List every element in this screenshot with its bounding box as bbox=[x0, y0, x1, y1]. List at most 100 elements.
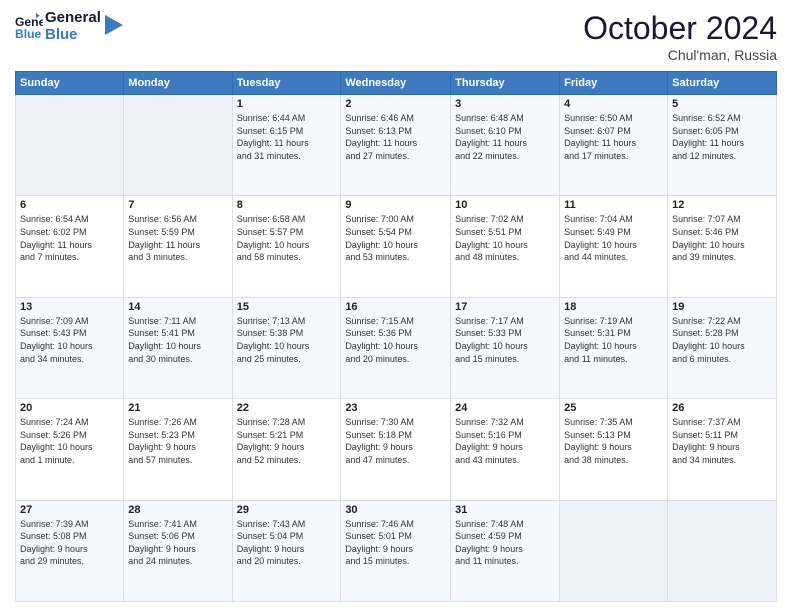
day-number: 27 bbox=[20, 504, 119, 516]
calendar-cell: 27Sunrise: 7:39 AM Sunset: 5:08 PM Dayli… bbox=[16, 500, 124, 601]
day-detail: Sunrise: 7:22 AM Sunset: 5:28 PM Dayligh… bbox=[672, 315, 772, 365]
month-title: October 2024 bbox=[583, 10, 777, 47]
day-detail: Sunrise: 7:43 AM Sunset: 5:04 PM Dayligh… bbox=[237, 518, 337, 568]
day-number: 24 bbox=[455, 402, 555, 414]
calendar-week-1: 1 Sunrise: 6:44 AM Sunset: 6:15 PM Daylig… bbox=[16, 95, 777, 196]
day-number: 29 bbox=[237, 504, 337, 516]
calendar-cell bbox=[560, 500, 668, 601]
day-header-thursday: Thursday bbox=[451, 72, 560, 95]
calendar-cell: 4Sunrise: 6:50 AM Sunset: 6:07 PM Daylig… bbox=[560, 95, 668, 196]
calendar-cell: 24 Sunrise: 7:32 AM Sunset: 5:16 PM Dayli… bbox=[451, 399, 560, 500]
day-detail: Sunrise: 7:04 AM Sunset: 5:49 PM Dayligh… bbox=[564, 213, 663, 263]
calendar-cell: 29 Sunrise: 7:43 AM Sunset: 5:04 PM Dayli… bbox=[232, 500, 341, 601]
day-number: 9 bbox=[345, 199, 446, 211]
day-number: 11 bbox=[564, 199, 663, 211]
day-number: 22 bbox=[237, 402, 337, 414]
title-block: October 2024 Chul'man, Russia bbox=[583, 10, 777, 63]
day-detail: Sunrise: 7:30 AM Sunset: 5:18 PM Dayligh… bbox=[345, 416, 446, 466]
page: General Blue General Blue October 2024 C… bbox=[0, 0, 792, 612]
calendar-cell: 11 Sunrise: 7:04 AM Sunset: 5:49 PM Dayli… bbox=[560, 196, 668, 297]
day-detail: Sunrise: 7:24 AM Sunset: 5:26 PM Dayligh… bbox=[20, 416, 119, 466]
calendar-cell: 13Sunrise: 7:09 AM Sunset: 5:43 PM Dayli… bbox=[16, 297, 124, 398]
calendar-cell: 25Sunrise: 7:35 AM Sunset: 5:13 PM Dayli… bbox=[560, 399, 668, 500]
day-number: 3 bbox=[455, 98, 555, 110]
calendar-cell: 12 Sunrise: 7:07 AM Sunset: 5:46 PM Dayli… bbox=[668, 196, 777, 297]
day-detail: Sunrise: 7:13 AM Sunset: 5:38 PM Dayligh… bbox=[237, 315, 337, 365]
calendar-cell: 9Sunrise: 7:00 AM Sunset: 5:54 PM Daylig… bbox=[341, 196, 451, 297]
day-number: 15 bbox=[237, 301, 337, 313]
day-detail: Sunrise: 7:41 AM Sunset: 5:06 PM Dayligh… bbox=[128, 518, 227, 568]
location-title: Chul'man, Russia bbox=[583, 47, 777, 63]
day-detail: Sunrise: 7:17 AM Sunset: 5:33 PM Dayligh… bbox=[455, 315, 555, 365]
day-detail: Sunrise: 7:35 AM Sunset: 5:13 PM Dayligh… bbox=[564, 416, 663, 466]
day-detail: Sunrise: 7:28 AM Sunset: 5:21 PM Dayligh… bbox=[237, 416, 337, 466]
day-detail: Sunrise: 7:07 AM Sunset: 5:46 PM Dayligh… bbox=[672, 213, 772, 263]
calendar-cell: 1 Sunrise: 6:44 AM Sunset: 6:15 PM Daylig… bbox=[232, 95, 341, 196]
calendar-cell: 5 Sunrise: 6:52 AM Sunset: 6:05 PM Daylig… bbox=[668, 95, 777, 196]
calendar-cell bbox=[16, 95, 124, 196]
day-detail: Sunrise: 7:09 AM Sunset: 5:43 PM Dayligh… bbox=[20, 315, 119, 365]
day-number: 12 bbox=[672, 199, 772, 211]
day-header-monday: Monday bbox=[124, 72, 232, 95]
calendar-cell: 21 Sunrise: 7:26 AM Sunset: 5:23 PM Dayli… bbox=[124, 399, 232, 500]
calendar-cell: 14 Sunrise: 7:11 AM Sunset: 5:41 PM Dayli… bbox=[124, 297, 232, 398]
day-header-tuesday: Tuesday bbox=[232, 72, 341, 95]
calendar-cell bbox=[668, 500, 777, 601]
logo-blue: Blue bbox=[45, 27, 101, 44]
calendar-cell: 18Sunrise: 7:19 AM Sunset: 5:31 PM Dayli… bbox=[560, 297, 668, 398]
day-number: 26 bbox=[672, 402, 772, 414]
day-number: 21 bbox=[128, 402, 227, 414]
day-number: 30 bbox=[345, 504, 446, 516]
day-number: 28 bbox=[128, 504, 227, 516]
day-number: 6 bbox=[20, 199, 119, 211]
days-header-row: SundayMondayTuesdayWednesdayThursdayFrid… bbox=[16, 72, 777, 95]
calendar-cell: 20Sunrise: 7:24 AM Sunset: 5:26 PM Dayli… bbox=[16, 399, 124, 500]
calendar-cell: 17 Sunrise: 7:17 AM Sunset: 5:33 PM Dayli… bbox=[451, 297, 560, 398]
calendar-cell: 7 Sunrise: 6:56 AM Sunset: 5:59 PM Daylig… bbox=[124, 196, 232, 297]
calendar-week-2: 6Sunrise: 6:54 AM Sunset: 6:02 PM Daylig… bbox=[16, 196, 777, 297]
day-number: 19 bbox=[672, 301, 772, 313]
day-header-wednesday: Wednesday bbox=[341, 72, 451, 95]
day-number: 2 bbox=[345, 98, 446, 110]
calendar: SundayMondayTuesdayWednesdayThursdayFrid… bbox=[15, 71, 777, 602]
day-number: 18 bbox=[564, 301, 663, 313]
calendar-cell: 31Sunrise: 7:48 AM Sunset: 4:59 PM Dayli… bbox=[451, 500, 560, 601]
calendar-header: SundayMondayTuesdayWednesdayThursdayFrid… bbox=[16, 72, 777, 95]
calendar-cell: 26Sunrise: 7:37 AM Sunset: 5:11 PM Dayli… bbox=[668, 399, 777, 500]
day-detail: Sunrise: 6:44 AM Sunset: 6:15 PM Dayligh… bbox=[237, 112, 337, 162]
calendar-cell: 15 Sunrise: 7:13 AM Sunset: 5:38 PM Dayli… bbox=[232, 297, 341, 398]
day-detail: Sunrise: 6:46 AM Sunset: 6:13 PM Dayligh… bbox=[345, 112, 446, 162]
day-detail: Sunrise: 7:02 AM Sunset: 5:51 PM Dayligh… bbox=[455, 213, 555, 263]
header: General Blue General Blue October 2024 C… bbox=[15, 10, 777, 63]
logo: General Blue General Blue bbox=[15, 10, 123, 43]
calendar-cell: 22 Sunrise: 7:28 AM Sunset: 5:21 PM Dayli… bbox=[232, 399, 341, 500]
day-detail: Sunrise: 6:58 AM Sunset: 5:57 PM Dayligh… bbox=[237, 213, 337, 263]
day-number: 31 bbox=[455, 504, 555, 516]
day-number: 17 bbox=[455, 301, 555, 313]
day-detail: Sunrise: 6:56 AM Sunset: 5:59 PM Dayligh… bbox=[128, 213, 227, 263]
day-number: 7 bbox=[128, 199, 227, 211]
calendar-cell: 6Sunrise: 6:54 AM Sunset: 6:02 PM Daylig… bbox=[16, 196, 124, 297]
day-detail: Sunrise: 7:32 AM Sunset: 5:16 PM Dayligh… bbox=[455, 416, 555, 466]
day-detail: Sunrise: 7:26 AM Sunset: 5:23 PM Dayligh… bbox=[128, 416, 227, 466]
day-number: 23 bbox=[345, 402, 446, 414]
logo-general: General bbox=[45, 10, 101, 27]
calendar-week-3: 13Sunrise: 7:09 AM Sunset: 5:43 PM Dayli… bbox=[16, 297, 777, 398]
day-number: 1 bbox=[237, 98, 337, 110]
calendar-cell: 3 Sunrise: 6:48 AM Sunset: 6:10 PM Daylig… bbox=[451, 95, 560, 196]
calendar-cell: 30Sunrise: 7:46 AM Sunset: 5:01 PM Dayli… bbox=[341, 500, 451, 601]
calendar-cell: 23 Sunrise: 7:30 AM Sunset: 5:18 PM Dayli… bbox=[341, 399, 451, 500]
calendar-cell: 10Sunrise: 7:02 AM Sunset: 5:51 PM Dayli… bbox=[451, 196, 560, 297]
day-number: 8 bbox=[237, 199, 337, 211]
calendar-body: 1 Sunrise: 6:44 AM Sunset: 6:15 PM Daylig… bbox=[16, 95, 777, 602]
day-number: 5 bbox=[672, 98, 772, 110]
day-detail: Sunrise: 6:52 AM Sunset: 6:05 PM Dayligh… bbox=[672, 112, 772, 162]
day-number: 4 bbox=[564, 98, 663, 110]
day-detail: Sunrise: 7:11 AM Sunset: 5:41 PM Dayligh… bbox=[128, 315, 227, 365]
day-detail: Sunrise: 6:48 AM Sunset: 6:10 PM Dayligh… bbox=[455, 112, 555, 162]
day-number: 14 bbox=[128, 301, 227, 313]
calendar-cell: 8 Sunrise: 6:58 AM Sunset: 5:57 PM Daylig… bbox=[232, 196, 341, 297]
day-header-sunday: Sunday bbox=[16, 72, 124, 95]
day-detail: Sunrise: 7:15 AM Sunset: 5:36 PM Dayligh… bbox=[345, 315, 446, 365]
svg-text:Blue: Blue bbox=[15, 27, 42, 41]
